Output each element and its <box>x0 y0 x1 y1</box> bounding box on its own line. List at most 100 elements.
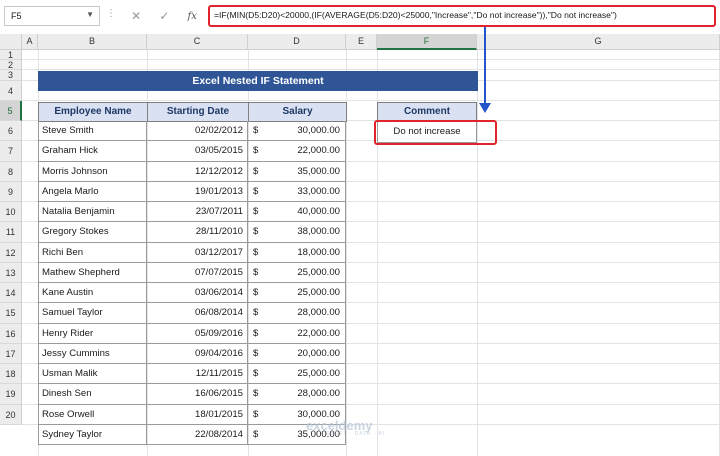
row-header-13[interactable]: 13 <box>0 262 22 283</box>
salary-cell[interactable]: $25,000.00 <box>248 364 346 385</box>
salary-cell[interactable]: $28,000.00 <box>248 303 346 324</box>
salary-cell[interactable]: $30,000.00 <box>248 121 346 142</box>
column-header-e[interactable]: E <box>346 34 377 50</box>
salary-amount: 25,000.00 <box>297 368 340 379</box>
starting-date-cell[interactable]: 22/08/2014 <box>147 424 248 445</box>
employee-name-cell[interactable]: Morris Johnson <box>38 161 147 182</box>
row-header-20[interactable]: 20 <box>0 404 22 425</box>
employee-name-cell[interactable]: Jessy Cummins <box>38 343 147 364</box>
salary-amount: 30,000.00 <box>297 125 340 136</box>
salary-cell[interactable]: $40,000.00 <box>248 202 346 223</box>
header-salary[interactable]: Salary <box>248 102 347 122</box>
starting-date-cell[interactable]: 07/07/2015 <box>147 262 248 283</box>
currency-symbol: $ <box>253 145 259 157</box>
row-header-8[interactable]: 8 <box>0 161 22 182</box>
salary-cell[interactable]: $35,000.00 <box>248 161 346 182</box>
currency-symbol: $ <box>253 408 259 420</box>
employee-name-cell[interactable]: Mathew Shepherd <box>38 262 147 283</box>
salary-cell[interactable]: $38,000.00 <box>248 222 346 243</box>
row-header-5[interactable]: 5 <box>0 101 22 121</box>
employee-name-cell[interactable]: Rose Orwell <box>38 404 147 425</box>
column-header-d[interactable]: D <box>248 34 346 50</box>
column-header-b[interactable]: B <box>38 34 147 50</box>
select-all-corner[interactable] <box>0 34 22 50</box>
salary-amount: 22,000.00 <box>297 145 340 157</box>
salary-cell[interactable]: $25,000.00 <box>248 262 346 283</box>
employee-name-cell[interactable]: Usman Malik <box>38 364 147 385</box>
currency-symbol: $ <box>253 165 259 177</box>
comment-header[interactable]: Comment <box>377 102 477 122</box>
employee-name-cell[interactable]: Gregory Stokes <box>38 222 147 243</box>
starting-date-cell[interactable]: 12/12/2012 <box>147 161 248 182</box>
employee-name-cell[interactable]: Samuel Taylor <box>38 303 147 324</box>
starting-date-cell[interactable]: 06/08/2014 <box>147 303 248 324</box>
starting-date-cell[interactable]: 19/01/2013 <box>147 181 248 202</box>
starting-date-cell[interactable]: 03/12/2017 <box>147 242 248 263</box>
header-starting-date[interactable]: Starting Date <box>147 102 249 122</box>
column-header-f[interactable]: F <box>377 34 477 50</box>
employee-name-cell[interactable]: Richi Ben <box>38 242 147 263</box>
salary-cell[interactable]: $33,000.00 <box>248 181 346 202</box>
currency-symbol: $ <box>253 347 259 359</box>
row-header-18[interactable]: 18 <box>0 364 22 385</box>
salary-cell[interactable]: $22,000.00 <box>248 323 346 344</box>
employee-name-cell[interactable]: Sydney Taylor <box>38 424 147 445</box>
starting-date-cell[interactable]: 28/11/2010 <box>147 222 248 243</box>
salary-cell[interactable]: $20,000.00 <box>248 343 346 364</box>
salary-cell[interactable]: $18,000.00 <box>248 242 346 263</box>
header-employee-name[interactable]: Employee Name <box>38 102 148 122</box>
row-header-19[interactable]: 19 <box>0 384 22 405</box>
employee-name-cell[interactable]: Dinesh Sen <box>38 384 147 405</box>
salary-amount: 33,000.00 <box>297 185 340 197</box>
row-header-14[interactable]: 14 <box>0 283 22 304</box>
salary-cell[interactable]: $25,000.00 <box>248 283 346 304</box>
starting-date-cell[interactable]: 03/05/2015 <box>147 141 248 162</box>
starting-date-cell[interactable]: 12/11/2015 <box>147 364 248 385</box>
chevron-down-icon[interactable]: ▼ <box>86 10 94 19</box>
row-header-17[interactable]: 17 <box>0 343 22 364</box>
salary-amount: 25,000.00 <box>297 287 340 298</box>
row-header-6[interactable]: 6 <box>0 121 22 142</box>
row-header-16[interactable]: 16 <box>0 323 22 344</box>
currency-symbol: $ <box>253 246 259 258</box>
starting-date-cell[interactable]: 18/01/2015 <box>147 404 248 425</box>
salary-amount: 18,000.00 <box>297 246 340 258</box>
employee-name-cell[interactable]: Henry Rider <box>38 323 147 344</box>
row-header-2[interactable]: 2 <box>0 60 22 70</box>
salary-cell[interactable]: $28,000.00 <box>248 384 346 405</box>
row-header-15[interactable]: 15 <box>0 303 22 324</box>
starting-date-cell[interactable]: 09/04/2016 <box>147 343 248 364</box>
salary-cell[interactable]: $22,000.00 <box>248 141 346 162</box>
cancel-icon[interactable]: ✕ <box>131 9 141 23</box>
employee-name-cell[interactable]: Natalia Benjamin <box>38 202 147 223</box>
row-header-4[interactable]: 4 <box>0 81 22 101</box>
starting-date-cell[interactable]: 16/06/2015 <box>147 384 248 405</box>
insert-function-icon[interactable]: fx <box>188 11 197 22</box>
currency-symbol: $ <box>253 185 259 197</box>
row-header-10[interactable]: 10 <box>0 202 22 223</box>
currency-symbol: $ <box>253 206 259 217</box>
starting-date-cell[interactable]: 03/06/2014 <box>147 283 248 304</box>
starting-date-cell[interactable]: 05/09/2016 <box>147 323 248 344</box>
row-header-1[interactable]: 1 <box>0 50 22 60</box>
row-header-11[interactable]: 11 <box>0 222 22 243</box>
employee-name-cell[interactable]: Angela Marlo <box>38 181 147 202</box>
enter-icon[interactable]: ✓ <box>159 9 169 23</box>
employee-name-cell[interactable]: Kane Austin <box>38 283 147 304</box>
row-header-9[interactable]: 9 <box>0 181 22 202</box>
row-header-3[interactable]: 3 <box>0 70 22 81</box>
row-header-7[interactable]: 7 <box>0 141 22 162</box>
row-header-12[interactable]: 12 <box>0 242 22 263</box>
sheet-title[interactable]: Excel Nested IF Statement <box>38 71 478 91</box>
more-options-icon[interactable]: ⋮ <box>106 8 117 19</box>
currency-symbol: $ <box>253 266 259 278</box>
employee-name-cell[interactable]: Steve Smith <box>38 121 147 142</box>
column-header-a[interactable]: A <box>22 34 38 50</box>
employee-name-cell[interactable]: Graham Hick <box>38 141 147 162</box>
starting-date-cell[interactable]: 02/02/2012 <box>147 121 248 142</box>
name-box[interactable]: F5 ▼ <box>4 6 100 26</box>
starting-date-cell[interactable]: 23/07/2011 <box>147 202 248 223</box>
column-header-c[interactable]: C <box>147 34 248 50</box>
column-header-g[interactable]: G <box>477 34 720 50</box>
formula-input[interactable]: =IF(MIN(D5:D20)<20000,(IF(AVERAGE(D5:D20… <box>208 5 716 27</box>
